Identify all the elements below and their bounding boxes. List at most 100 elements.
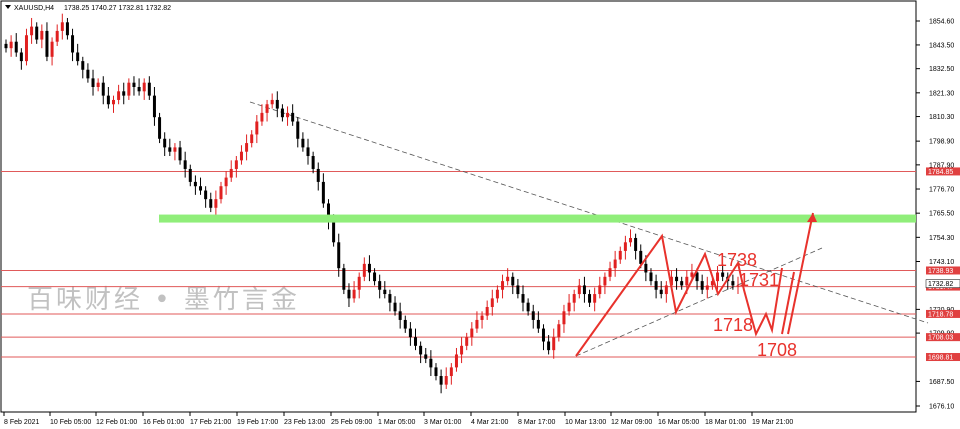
- candle-body: [255, 121, 259, 135]
- candle-body: [593, 294, 597, 303]
- candle-body: [352, 289, 356, 299]
- candle-body: [562, 311, 566, 325]
- candle-body: [644, 263, 648, 273]
- candle-body: [270, 99, 274, 105]
- symbol-label: XAUUSD,H4: [14, 5, 54, 12]
- candle-body: [501, 281, 505, 290]
- candle-body: [301, 138, 305, 148]
- candle-body: [291, 112, 295, 122]
- candle-body: [91, 78, 95, 87]
- candle-body: [403, 319, 407, 329]
- candle-body: [173, 147, 177, 152]
- candle-body: [24, 35, 28, 62]
- candle-body: [424, 354, 428, 359]
- candle-body: [183, 160, 187, 169]
- candle-body: [14, 41, 18, 53]
- x-tick-label: 25 Feb 09:00: [331, 419, 372, 426]
- candle-body: [552, 337, 556, 351]
- candle-body: [388, 294, 392, 303]
- candle-body: [296, 121, 300, 139]
- x-tick-label: 3 Mar 01:00: [424, 419, 461, 426]
- candle-body: [613, 259, 617, 269]
- candle-body: [234, 160, 238, 169]
- candle-body: [408, 328, 412, 338]
- candle-body: [152, 95, 156, 118]
- candle-body: [86, 69, 90, 79]
- candle-body: [362, 263, 366, 277]
- candle-body: [582, 285, 586, 295]
- candle-body: [608, 268, 612, 277]
- candle-body: [50, 41, 54, 57]
- candle-body: [439, 376, 443, 385]
- candle-body: [117, 91, 121, 100]
- candle-body: [731, 281, 735, 286]
- candle-body: [30, 26, 34, 36]
- candle-body: [664, 285, 668, 295]
- candle-body: [55, 30, 59, 42]
- y-tick-label: 1832.50: [929, 66, 954, 73]
- y-tick-label: 1743.10: [929, 259, 954, 266]
- x-tick-label: 10 Mar 13:00: [565, 419, 606, 426]
- y-tick-label: 1765.50: [929, 211, 954, 218]
- candle-body: [598, 285, 602, 295]
- x-tick-label: 23 Feb 13:00: [284, 419, 325, 426]
- x-tick-label: 18 Mar 01:00: [705, 419, 746, 426]
- x-tick-label: 8 Feb 2021: [4, 419, 40, 426]
- x-tick-label: 12 Feb 01:00: [96, 419, 137, 426]
- candle-body: [378, 281, 382, 290]
- price-label-text: 1718.78: [928, 311, 953, 318]
- x-tick-label: 10 Feb 05:00: [50, 419, 91, 426]
- candle-body: [199, 186, 203, 191]
- candle-body: [449, 367, 453, 377]
- y-tick-label: 1821.30: [929, 90, 954, 97]
- symbol-title: XAUUSD,H4 1738.25 1740.27 1732.81 1732.8…: [5, 5, 171, 12]
- candle-body: [557, 324, 561, 338]
- candle-body: [516, 285, 520, 295]
- y-tick-label: 1687.50: [929, 379, 954, 386]
- candle-body: [618, 250, 622, 260]
- annotation-label: 1738: [717, 250, 757, 270]
- candle-body: [178, 147, 182, 161]
- candle-body: [680, 281, 684, 286]
- candle-body: [506, 276, 510, 282]
- candle-body: [127, 82, 131, 96]
- chart-container: XAUUSD,H4 1738.25 1740.27 1732.81 1732.8…: [0, 0, 960, 429]
- candle-body: [629, 237, 633, 243]
- candle-body: [470, 328, 474, 338]
- candle-body: [9, 41, 13, 49]
- candle-body: [460, 345, 464, 355]
- candle-body: [76, 52, 80, 62]
- candle-body: [286, 112, 290, 118]
- candle-body: [40, 30, 44, 40]
- candle-body: [275, 99, 279, 109]
- candle-body: [649, 272, 653, 282]
- candle-body: [454, 354, 458, 368]
- candle-body: [634, 237, 638, 251]
- ohlc-label: 1738.25 1740.27 1732.81 1732.82: [64, 5, 171, 12]
- candle-body: [214, 199, 218, 208]
- candle-body: [623, 242, 627, 251]
- candle-body: [45, 30, 49, 57]
- y-tick-label: 1776.70: [929, 187, 954, 194]
- candle-body: [60, 22, 64, 31]
- y-tick-label: 1676.10: [929, 404, 954, 411]
- candle-body: [357, 276, 361, 290]
- candle-body: [71, 35, 75, 53]
- candle-body: [567, 302, 571, 312]
- candle-body: [4, 43, 8, 49]
- candle-body: [265, 104, 269, 113]
- candle-body: [639, 250, 643, 264]
- annotation-label: 1708: [757, 340, 797, 360]
- price-label-text: 1738.93: [928, 268, 953, 275]
- candle-body: [716, 272, 720, 282]
- candle-body: [245, 143, 249, 152]
- candle-body: [485, 307, 489, 316]
- candle-body: [229, 168, 233, 178]
- candle-body: [316, 168, 320, 182]
- x-tick-label: 19 Mar 21:00: [752, 419, 793, 426]
- candle-body: [204, 190, 208, 200]
- candle-body: [132, 82, 136, 87]
- x-tick-label: 19 Feb 17:00: [237, 419, 278, 426]
- candle-body: [531, 311, 535, 320]
- y-tick-label: 1754.30: [929, 235, 954, 242]
